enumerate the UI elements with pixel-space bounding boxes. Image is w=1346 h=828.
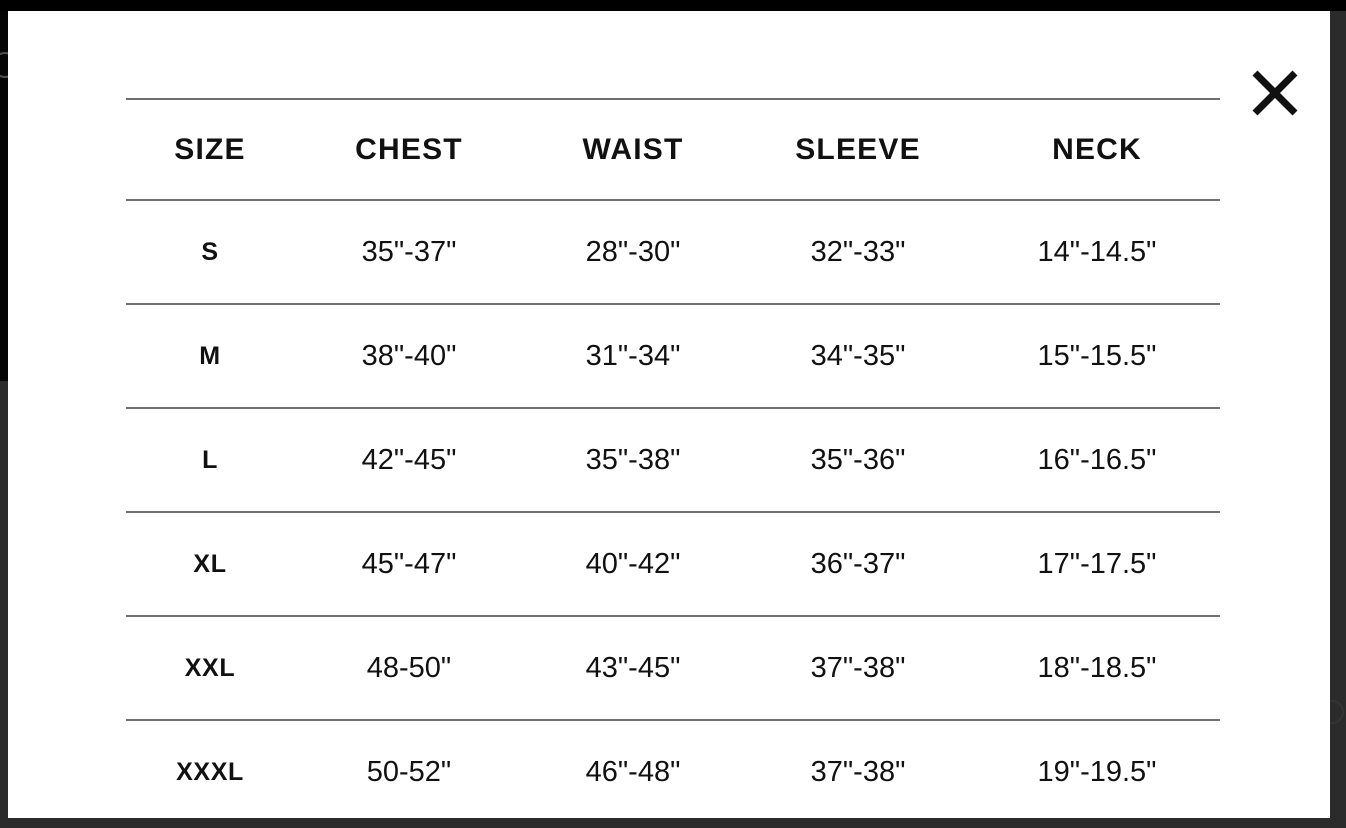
size-chart-table-container: SIZE CHEST WAIST SLEEVE NECK S 35"-37" 2… <box>126 98 1220 823</box>
column-header-neck: NECK <box>974 98 1220 201</box>
table-row: XXL 48-50" 43"-45" 37"-38" 18"-18.5" <box>126 616 1220 721</box>
cell-waist: 35"-38" <box>524 408 742 513</box>
cell-waist: 43"-45" <box>524 616 742 721</box>
cell-waist: 31"-34" <box>524 304 742 409</box>
cell-neck: 18"-18.5" <box>974 616 1220 721</box>
table-row: S 35"-37" 28"-30" 32"-33" 14"-14.5" <box>126 200 1220 305</box>
cell-chest: 42"-45" <box>294 408 524 513</box>
table-row: XL 45"-47" 40"-42" 36"-37" 17"-17.5" <box>126 512 1220 617</box>
cell-size: XL <box>126 512 294 617</box>
cell-size: M <box>126 304 294 409</box>
table-row: XXXL 50-52" 46"-48" 37"-38" 19"-19.5" <box>126 720 1220 823</box>
cell-neck: 15"-15.5" <box>974 304 1220 409</box>
cell-chest: 38"-40" <box>294 304 524 409</box>
cell-waist: 46"-48" <box>585 755 681 788</box>
column-header-waist: WAIST <box>524 98 742 201</box>
cell-neck: 17"-17.5" <box>974 512 1220 617</box>
table-header-row: SIZE CHEST WAIST SLEEVE NECK <box>126 98 1220 201</box>
cell-sleeve: 37"-38" <box>810 755 906 788</box>
table-row: M 38"-40" 31"-34" 34"-35" 15"-15.5" <box>126 304 1220 409</box>
cell-chest: 45"-47" <box>294 512 524 617</box>
cell-size: L <box>126 408 294 513</box>
cell-neck: 19"-19.5" <box>1037 755 1157 788</box>
cell-sleeve: 36"-37" <box>742 512 974 617</box>
cell-chest: 35"-37" <box>294 200 524 305</box>
cell-sleeve: 34"-35" <box>742 304 974 409</box>
column-header-chest: CHEST <box>294 98 524 201</box>
cell-waist: 40"-42" <box>524 512 742 617</box>
cell-size: S <box>126 200 294 305</box>
table-header: SIZE CHEST WAIST SLEEVE NECK <box>126 98 1220 201</box>
cell-chest: 48-50" <box>294 616 524 721</box>
close-icon[interactable] <box>1240 58 1310 128</box>
size-chart-modal: SIZE CHEST WAIST SLEEVE NECK S 35"-37" 2… <box>8 11 1330 818</box>
cell-chest: 50-52" <box>366 755 452 788</box>
cell-neck: 16"-16.5" <box>974 408 1220 513</box>
cell-neck: 14"-14.5" <box>974 200 1220 305</box>
column-header-size: SIZE <box>126 98 294 201</box>
cell-waist: 28"-30" <box>524 200 742 305</box>
page-top-bar <box>0 0 1346 11</box>
size-chart-table: SIZE CHEST WAIST SLEEVE NECK S 35"-37" 2… <box>126 98 1220 823</box>
table-body: S 35"-37" 28"-30" 32"-33" 14"-14.5" M 38… <box>126 200 1220 823</box>
column-header-sleeve: SLEEVE <box>742 98 974 201</box>
close-x-icon <box>1252 70 1298 116</box>
table-row: L 42"-45" 35"-38" 35"-36" 16"-16.5" <box>126 408 1220 513</box>
cell-sleeve: 35"-36" <box>742 408 974 513</box>
cell-sleeve: 37"-38" <box>742 616 974 721</box>
cell-size: XXXL <box>176 757 244 786</box>
cell-size: XXL <box>126 616 294 721</box>
cell-sleeve: 32"-33" <box>742 200 974 305</box>
